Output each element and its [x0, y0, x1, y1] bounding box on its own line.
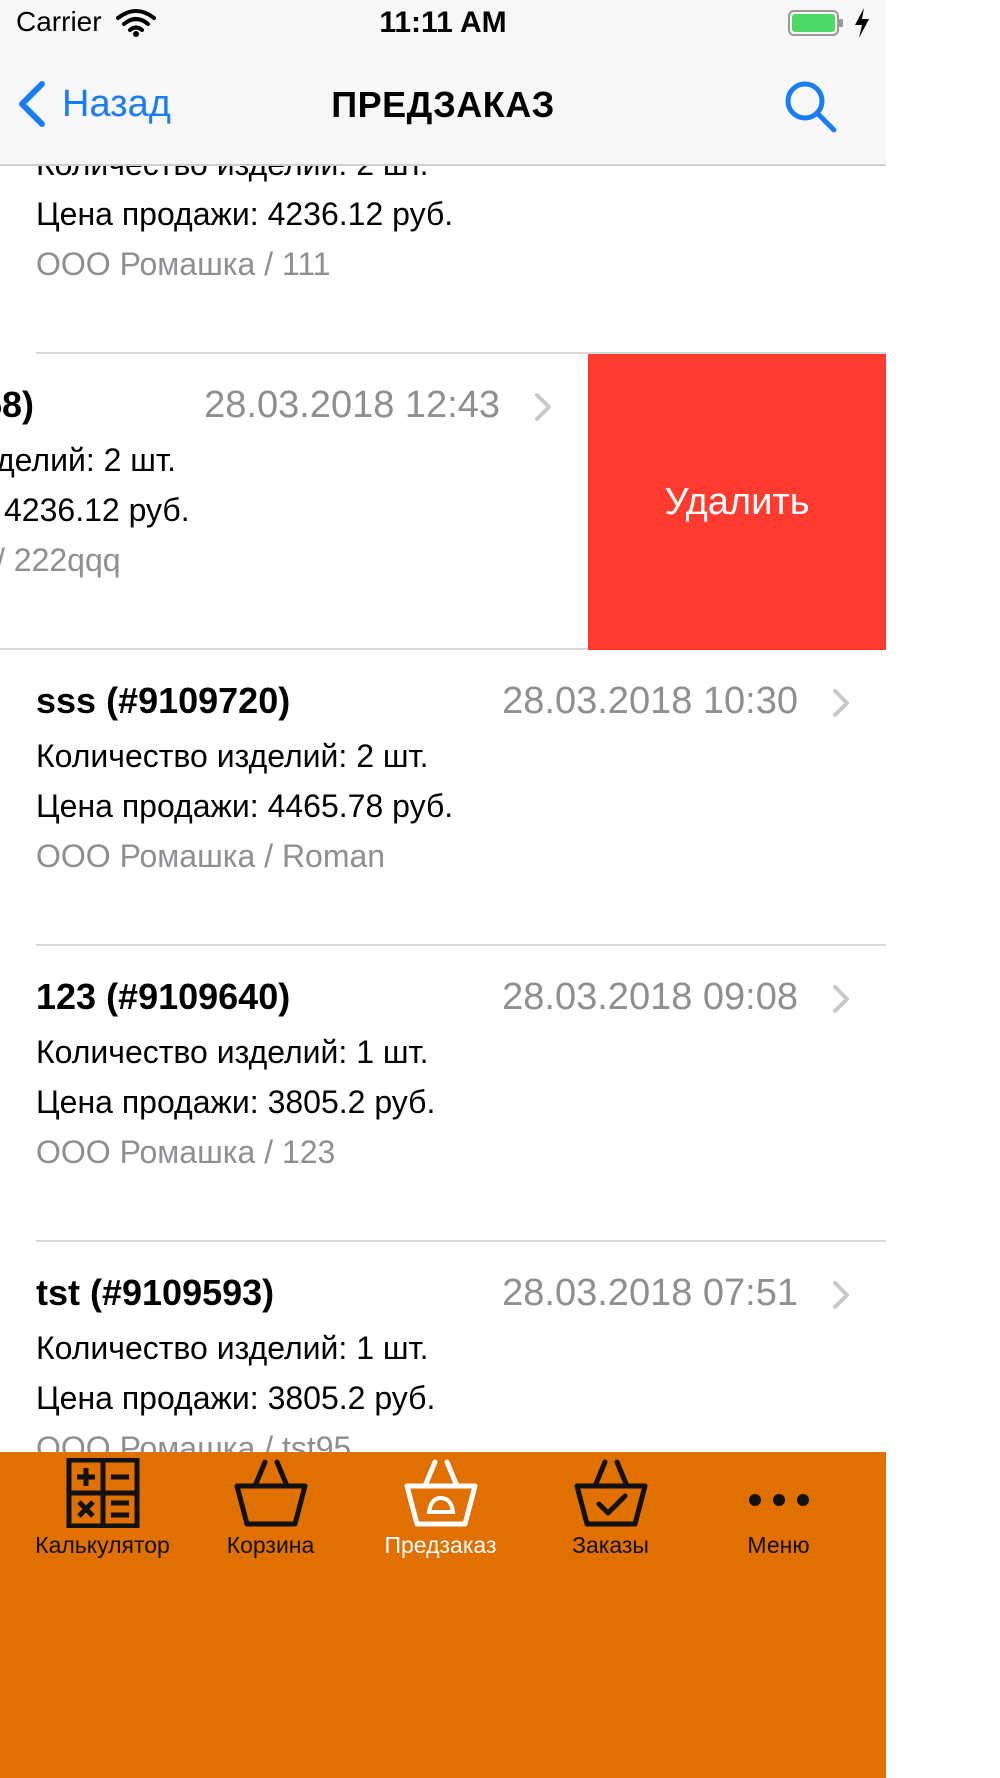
- tab-preorder[interactable]: Предзаказ: [352, 1452, 529, 1566]
- order-date: 28.03.2018 07:51: [502, 1272, 798, 1314]
- quantity-text: Количество изделий: 2 шт.: [36, 164, 429, 182]
- calculator-icon: [66, 1458, 139, 1528]
- client-text: ООО Ромашка / 123: [36, 1134, 336, 1170]
- chevron-right-icon: [833, 689, 849, 717]
- price-text: Цена продажи: 4236.12 руб.: [36, 196, 454, 232]
- tab-bar: Калькулятор Корзина Предзаказ Заказы Мен…: [0, 1452, 886, 1778]
- preorder-list: Количество изделий: 2 шт. Цена продажи: …: [0, 164, 886, 1452]
- client-text: ООО Ромашка / Roman: [36, 838, 386, 874]
- order-date: 28.03.2018 12:43: [204, 384, 500, 426]
- list-item[interactable]: tst (#9109593) 28.03.2018 07:51 Количест…: [0, 1242, 886, 1452]
- charging-icon: [855, 8, 869, 38]
- order-date: 28.03.2018 10:30: [502, 680, 798, 722]
- search-icon[interactable]: [782, 78, 838, 134]
- basket-check-icon: [574, 1459, 647, 1527]
- order-title: 58): [0, 384, 35, 425]
- delete-button[interactable]: Удалить: [588, 354, 886, 650]
- tab-basket[interactable]: Корзина: [182, 1452, 359, 1566]
- basket-icon: [234, 1459, 307, 1527]
- tab-calculator[interactable]: Калькулятор: [14, 1452, 191, 1566]
- price-text: Цена продажи: 3805.2 руб.: [36, 1380, 436, 1416]
- list-item[interactable]: 123 (#9109640) 28.03.2018 09:08 Количест…: [0, 946, 886, 1242]
- order-date: 28.03.2018 09:08: [502, 976, 798, 1018]
- quantity-text: Количество изделий: 1 шт.: [36, 1330, 429, 1366]
- tab-label: Предзаказ: [384, 1532, 497, 1558]
- chevron-right-icon: [833, 985, 849, 1013]
- client-text: / 222qqq: [0, 542, 121, 578]
- price-text: Цена продажи: 3805.2 руб.: [36, 1084, 436, 1120]
- price-text: 4236.12 руб.: [4, 492, 190, 528]
- battery-icon: [788, 10, 843, 36]
- page-title: ПРЕДЗАКАЗ: [331, 84, 555, 125]
- basket-preorder-icon: [404, 1459, 477, 1527]
- quantity-text: Количество изделий: 2 шт.: [36, 738, 429, 774]
- tab-menu[interactable]: Меню: [690, 1452, 867, 1566]
- order-title: 123 (#9109640): [36, 976, 291, 1017]
- client-text: ООО Ромашка / 111: [36, 246, 331, 282]
- client-text: ООО Ромашка / tst95: [36, 1430, 352, 1452]
- price-text: Цена продажи: 4465.78 руб.: [36, 788, 454, 824]
- tab-label: Калькулятор: [35, 1532, 170, 1558]
- status-bar: Carrier 11:11 AM: [0, 0, 886, 48]
- tab-label: Корзина: [226, 1532, 315, 1558]
- clock: 11:11 AM: [379, 6, 507, 39]
- tab-label: Меню: [747, 1532, 810, 1558]
- chevron-right-icon: [833, 1281, 849, 1309]
- order-title: sss (#9109720): [36, 680, 291, 721]
- tab-label: Заказы: [572, 1532, 649, 1558]
- chevron-right-icon: [535, 393, 551, 421]
- more-dots-icon: [748, 1494, 809, 1506]
- list-item[interactable]: sss (#9109720) 28.03.2018 10:30 Количест…: [0, 650, 886, 946]
- list-item[interactable]: Количество изделий: 2 шт. Цена продажи: …: [0, 164, 886, 354]
- quantity-text: Количество изделий: 1 шт.: [36, 1034, 429, 1070]
- tab-orders[interactable]: Заказы: [522, 1452, 699, 1566]
- quantity-text: делий: 2 шт.: [0, 442, 176, 478]
- screen: Carrier 11:11 AM Назад ПРЕДЗАКАЗ Количес…: [0, 0, 886, 1778]
- order-title: tst (#9109593): [36, 1272, 275, 1313]
- navigation-bar: Назад ПРЕДЗАКАЗ: [0, 48, 886, 166]
